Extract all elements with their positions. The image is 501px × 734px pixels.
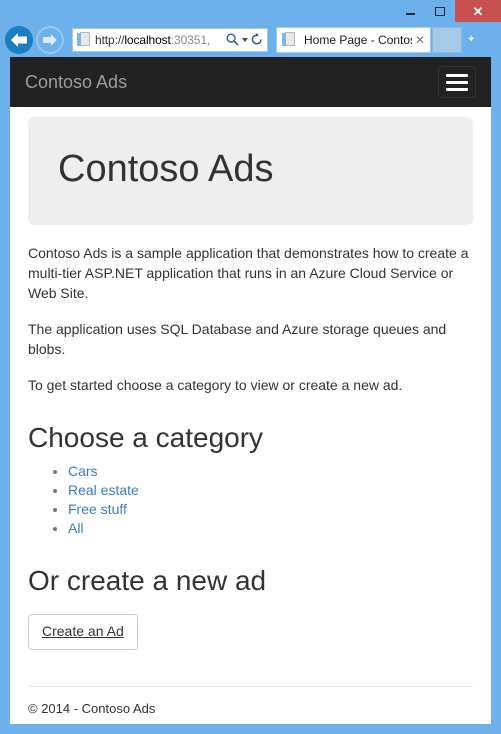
- footer-copyright: © 2014 - Contoso Ads: [28, 700, 156, 716]
- create-ad-heading: Or create a new ad: [28, 564, 267, 596]
- list-item: Free stuff: [68, 500, 473, 519]
- list-item: Cars: [68, 462, 473, 481]
- intro-paragraph-2: The application uses SQL Database and Az…: [28, 320, 447, 357]
- category-link-all[interactable]: All: [68, 520, 84, 536]
- hamburger-menu-icon[interactable]: [438, 66, 476, 98]
- title-bar: ✕: [0, 0, 501, 22]
- maximize-icon: [435, 6, 445, 16]
- create-an-ad-button[interactable]: Create an Ad: [28, 614, 138, 650]
- back-arrow-icon: [11, 32, 27, 47]
- category-link-cars[interactable]: Cars: [68, 463, 98, 479]
- footer-divider: [28, 685, 473, 687]
- category-list: Cars Real estate Free stuff All: [28, 462, 473, 538]
- site-navbar: Contoso Ads: [10, 57, 491, 107]
- tab-page-icon: [282, 32, 295, 47]
- page-container: Contoso Ads Contoso Ads is a sample appl…: [10, 117, 491, 716]
- minimize-icon: [405, 12, 415, 15]
- window-controls: ✕: [395, 0, 501, 22]
- browser-toolbar: http://localhost:30351, Home Page - Cont…: [0, 22, 501, 57]
- choose-category-heading: Choose a category: [28, 421, 264, 453]
- navbar-brand[interactable]: Contoso Ads: [25, 72, 127, 92]
- list-item: Real estate: [68, 481, 473, 500]
- tab-close-icon[interactable]: ✕: [415, 33, 425, 47]
- browser-window: ✕ http://localhost:30351, Home Page - Co…: [0, 0, 501, 734]
- search-icon[interactable]: [226, 33, 239, 46]
- page-viewport: Contoso Ads Contoso Ads Contoso Ads is a…: [10, 57, 491, 724]
- category-link-real-estate[interactable]: Real estate: [68, 482, 139, 498]
- page-title: Contoso Ads: [58, 148, 274, 190]
- forward-button[interactable]: [36, 25, 64, 54]
- address-bar-icons: [226, 33, 263, 46]
- back-button[interactable]: [5, 25, 33, 54]
- list-item: All: [68, 519, 473, 538]
- address-bar[interactable]: http://localhost:30351,: [72, 27, 268, 52]
- browser-tab-title: Home Page - Contoso...: [304, 32, 412, 47]
- new-tab-button[interactable]: [432, 26, 462, 53]
- jumbotron: Contoso Ads: [28, 117, 473, 225]
- favorites-icon[interactable]: ✦: [467, 34, 475, 45]
- category-link-free-stuff[interactable]: Free stuff: [68, 501, 127, 517]
- page-icon: [77, 32, 90, 47]
- chevron-down-icon[interactable]: [242, 37, 248, 42]
- intro-paragraph-3: To get started choose a category to view…: [28, 376, 403, 393]
- intro-paragraph-1: Contoso Ads is a sample application that…: [28, 244, 469, 301]
- minimize-button[interactable]: [395, 0, 425, 22]
- close-icon: ✕: [472, 3, 484, 19]
- maximize-button[interactable]: [425, 0, 455, 22]
- forward-arrow-icon: [43, 33, 57, 46]
- close-button[interactable]: ✕: [455, 0, 501, 22]
- url-text: http://localhost:30351,: [95, 32, 211, 47]
- refresh-icon[interactable]: [251, 33, 263, 46]
- browser-tab[interactable]: Home Page - Contoso... ✕: [276, 26, 431, 53]
